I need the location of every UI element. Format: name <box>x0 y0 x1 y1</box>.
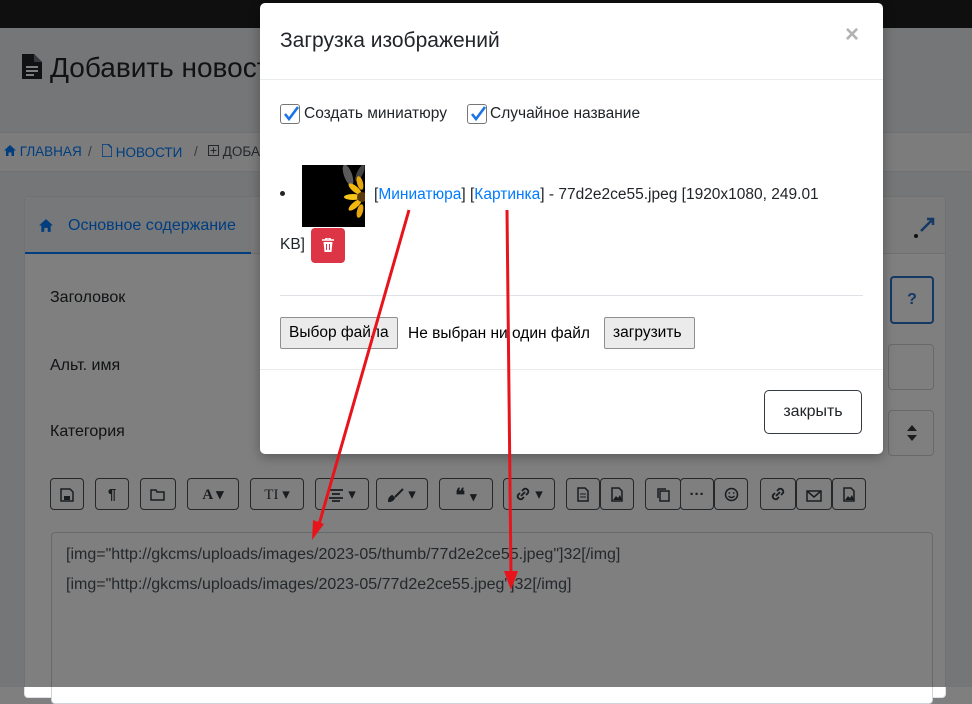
arrow-to-thumb-line <box>316 209 411 529</box>
arrow-to-image-line <box>505 209 513 578</box>
arrowhead <box>504 571 518 590</box>
annotation-arrows <box>312 209 518 590</box>
arrowhead <box>312 520 324 540</box>
